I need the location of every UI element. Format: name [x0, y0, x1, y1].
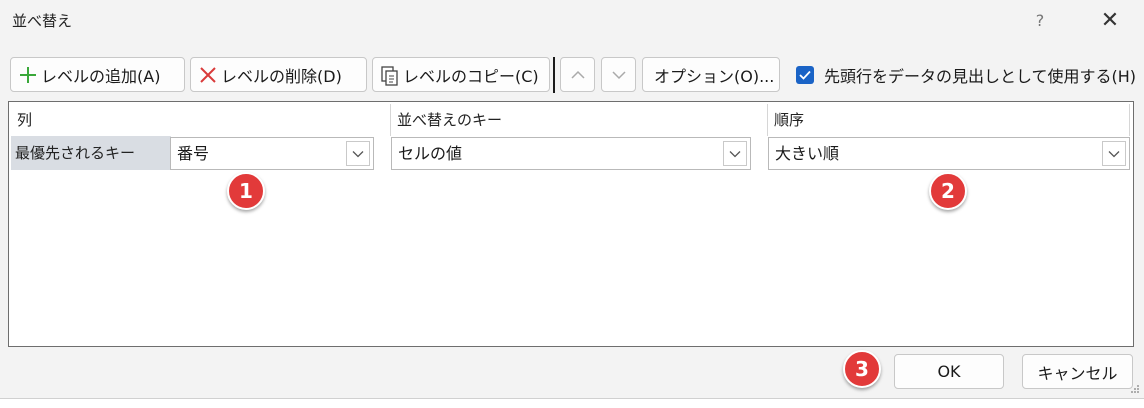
sort-on-dropdown[interactable]: セルの値	[391, 137, 751, 170]
copy-level-label: レベルのコピー(C)	[403, 66, 539, 86]
chevron-down-icon[interactable]	[1102, 141, 1126, 166]
header-row-checkbox-label: 先頭行をデータの見出しとして使用する(H)	[824, 67, 1137, 86]
column-dropdown-value: 番号	[177, 144, 210, 163]
column-dropdown[interactable]: 番号	[170, 137, 374, 170]
dialog-title: 並べ替え	[12, 12, 73, 30]
add-level-button[interactable]: レベルの追加(A)	[10, 57, 185, 92]
order-dropdown[interactable]: 大きい順	[768, 137, 1130, 170]
ok-button[interactable]: OK	[894, 354, 1004, 389]
column-header-column: 列	[17, 111, 33, 129]
resize-grip-icon[interactable]	[1130, 384, 1140, 394]
toolbar-separator	[553, 57, 555, 93]
copy-level-button[interactable]: レベルのコピー(C)	[372, 57, 550, 92]
chevron-down-icon[interactable]	[723, 141, 747, 166]
plus-icon	[19, 66, 37, 84]
annotation-badge-2: 2	[929, 172, 967, 210]
delete-level-button[interactable]: レベルの削除(D)	[190, 57, 367, 92]
options-label: オプション(O)...	[654, 66, 775, 86]
column-header-sort-on: 並べ替えのキー	[397, 111, 503, 129]
chevron-down-icon	[611, 70, 626, 79]
copy-icon	[381, 65, 399, 86]
sort-on-dropdown-value: セルの値	[398, 144, 463, 163]
header-row-checkbox[interactable]: 先頭行をデータの見出しとして使用する(H)	[796, 63, 1136, 87]
annotation-badge-3: 3	[843, 350, 881, 388]
chevron-down-icon[interactable]	[346, 141, 370, 166]
delete-level-label: レベルの削除(D)	[221, 66, 342, 86]
chevron-up-icon	[570, 70, 585, 79]
order-dropdown-value: 大きい順	[775, 144, 840, 163]
spreadsheet-background-strip	[0, 398, 1144, 408]
move-up-button[interactable]	[560, 57, 595, 92]
title-bar: 並べ替え ? ✕	[0, 0, 1144, 44]
level-row-label: 最優先されるキー	[15, 144, 136, 162]
column-header-order: 順序	[774, 111, 805, 129]
checkbox-checked-icon[interactable]	[796, 66, 814, 84]
annotation-badge-1: 1	[227, 172, 265, 210]
help-button[interactable]: ?	[1026, 6, 1054, 36]
cancel-button[interactable]: キャンセル	[1022, 354, 1133, 389]
move-down-button[interactable]	[601, 57, 636, 92]
header-divider	[1129, 104, 1130, 136]
delete-x-icon	[199, 66, 217, 84]
sort-levels-grid: 列 並べ替えのキー 順序 最優先されるキー 番号 セルの値 大きい順	[8, 101, 1134, 347]
close-button[interactable]: ✕	[1092, 6, 1128, 36]
add-level-label: レベルの追加(A)	[41, 66, 161, 86]
options-button[interactable]: オプション(O)...	[642, 57, 780, 92]
